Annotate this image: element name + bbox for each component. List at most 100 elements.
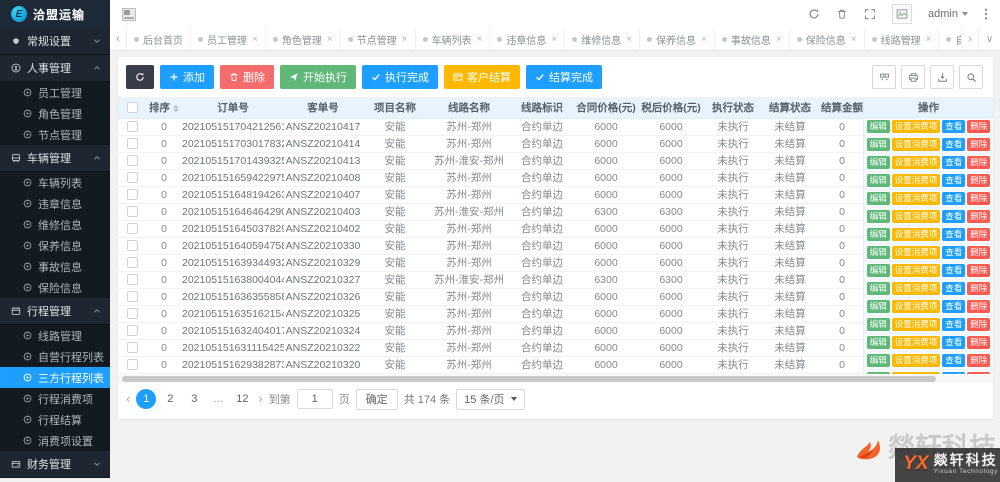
- edit-button[interactable]: 编辑: [867, 210, 890, 224]
- view-button[interactable]: 查看: [942, 192, 965, 206]
- refresh-icon[interactable]: [808, 8, 820, 20]
- row-delete-button[interactable]: 删除: [967, 246, 990, 260]
- row-delete-button[interactable]: 删除: [967, 318, 990, 332]
- sidebar-item[interactable]: 消费项设置: [0, 430, 110, 451]
- tab-3[interactable]: 节点管理×: [341, 28, 416, 50]
- row-checkbox[interactable]: [127, 308, 138, 319]
- fullscreen-icon[interactable]: [864, 8, 876, 20]
- set-expense-button[interactable]: 设置消费项: [892, 210, 941, 224]
- row-checkbox[interactable]: [127, 223, 138, 234]
- view-button[interactable]: 查看: [942, 138, 965, 152]
- set-expense-button[interactable]: 设置消费项: [892, 318, 941, 332]
- goto-page-input[interactable]: [297, 389, 333, 409]
- tabs-dropdown[interactable]: ∨: [978, 28, 1000, 50]
- view-button[interactable]: 查看: [942, 156, 965, 170]
- tab-2[interactable]: 角色管理×: [266, 28, 341, 50]
- sidebar-item[interactable]: 节点管理: [0, 124, 110, 145]
- prev-page-button[interactable]: ‹: [126, 389, 130, 409]
- sidebar-item[interactable]: 员工管理: [0, 82, 110, 103]
- select-all-checkbox[interactable]: [127, 102, 138, 113]
- sidebar-item[interactable]: 线路管理: [0, 325, 110, 346]
- row-delete-button[interactable]: 删除: [967, 120, 990, 134]
- row-checkbox[interactable]: [127, 359, 138, 370]
- tab-close-icon[interactable]: ×: [776, 34, 782, 45]
- set-expense-button[interactable]: 设置消费项: [892, 138, 941, 152]
- tab-close-icon[interactable]: ×: [477, 34, 483, 45]
- view-button[interactable]: 查看: [942, 228, 965, 242]
- sidebar-item[interactable]: 事故信息: [0, 256, 110, 277]
- avatar[interactable]: [892, 4, 912, 24]
- edit-button[interactable]: 编辑: [867, 372, 890, 374]
- tab-10[interactable]: 线路管理×: [865, 28, 940, 50]
- tab-4[interactable]: 车辆列表×: [416, 28, 491, 50]
- row-delete-button[interactable]: 删除: [967, 192, 990, 206]
- set-expense-button[interactable]: 设置消费项: [892, 174, 941, 188]
- row-delete-button[interactable]: 删除: [967, 156, 990, 170]
- tab-8[interactable]: 事故信息×: [715, 28, 790, 50]
- refresh-button[interactable]: [126, 65, 154, 89]
- view-button[interactable]: 查看: [942, 174, 965, 188]
- edit-button[interactable]: 编辑: [867, 156, 890, 170]
- tab-close-icon[interactable]: ×: [626, 34, 632, 45]
- page-button-12[interactable]: 12: [232, 389, 252, 409]
- customer-settle-button[interactable]: 客户结算: [444, 65, 520, 89]
- sidebar-item[interactable]: 自营行程列表: [0, 346, 110, 367]
- tab-close-icon[interactable]: ×: [926, 34, 932, 45]
- sidebar-item[interactable]: 违章信息: [0, 193, 110, 214]
- view-button[interactable]: 查看: [942, 282, 965, 296]
- edit-button[interactable]: 编辑: [867, 318, 890, 332]
- sidebar-item[interactable]: 三方行程列表: [0, 367, 110, 388]
- set-expense-button[interactable]: 设置消费项: [892, 300, 941, 314]
- tabs-scroll-right[interactable]: ›: [961, 28, 978, 50]
- edit-button[interactable]: 编辑: [867, 354, 890, 368]
- tab-close-icon[interactable]: ×: [701, 34, 707, 45]
- horizontal-scrollbar[interactable]: [118, 375, 993, 383]
- row-delete-button[interactable]: 删除: [967, 210, 990, 224]
- set-expense-button[interactable]: 设置消费项: [892, 354, 941, 368]
- tab-11[interactable]: 自营行程列表×: [939, 28, 961, 50]
- sidebar-section-2[interactable]: 车辆管理: [0, 145, 110, 172]
- set-expense-button[interactable]: 设置消费项: [892, 228, 941, 242]
- row-checkbox[interactable]: [127, 189, 138, 200]
- sidebar-item[interactable]: 保养信息: [0, 235, 110, 256]
- start-exec-button[interactable]: 开始执行: [280, 65, 356, 89]
- view-button[interactable]: 查看: [942, 336, 965, 350]
- tab-close-icon[interactable]: ×: [551, 34, 557, 45]
- row-checkbox[interactable]: [127, 257, 138, 268]
- delete-button[interactable]: 删除: [220, 65, 274, 89]
- sidebar-section-3[interactable]: 行程管理: [0, 298, 110, 325]
- tab-9[interactable]: 保险信息×: [790, 28, 865, 50]
- edit-button[interactable]: 编辑: [867, 192, 890, 206]
- edit-button[interactable]: 编辑: [867, 282, 890, 296]
- edit-button[interactable]: 编辑: [867, 120, 890, 134]
- set-expense-button[interactable]: 设置消费项: [892, 282, 941, 296]
- row-checkbox[interactable]: [127, 240, 138, 251]
- sidebar-item[interactable]: 保险信息: [0, 277, 110, 298]
- row-checkbox[interactable]: [127, 291, 138, 302]
- row-delete-button[interactable]: 删除: [967, 138, 990, 152]
- set-expense-button[interactable]: 设置消费项: [892, 336, 941, 350]
- user-menu[interactable]: admin: [928, 8, 968, 20]
- set-expense-button[interactable]: 设置消费项: [892, 264, 941, 278]
- print-button[interactable]: [901, 65, 925, 89]
- row-checkbox[interactable]: [127, 206, 138, 217]
- view-button[interactable]: 查看: [942, 246, 965, 260]
- view-button[interactable]: 查看: [942, 264, 965, 278]
- page-size-select[interactable]: 15 条/页: [456, 389, 524, 410]
- row-checkbox[interactable]: [127, 325, 138, 336]
- next-page-button[interactable]: ›: [258, 389, 262, 409]
- row-delete-button[interactable]: 删除: [967, 300, 990, 314]
- page-button-2[interactable]: 2: [160, 389, 180, 409]
- view-button[interactable]: 查看: [942, 318, 965, 332]
- sidebar-section-0[interactable]: 常规设置: [0, 28, 110, 55]
- tab-close-icon[interactable]: ×: [327, 34, 333, 45]
- sort-icon[interactable]: [173, 105, 179, 112]
- row-checkbox[interactable]: [127, 121, 138, 132]
- row-delete-button[interactable]: 删除: [967, 264, 990, 278]
- row-checkbox[interactable]: [127, 138, 138, 149]
- export-button[interactable]: [930, 65, 954, 89]
- edit-button[interactable]: 编辑: [867, 264, 890, 278]
- view-button[interactable]: 查看: [942, 354, 965, 368]
- row-checkbox[interactable]: [127, 274, 138, 285]
- settle-done-button[interactable]: 结算完成: [526, 65, 602, 89]
